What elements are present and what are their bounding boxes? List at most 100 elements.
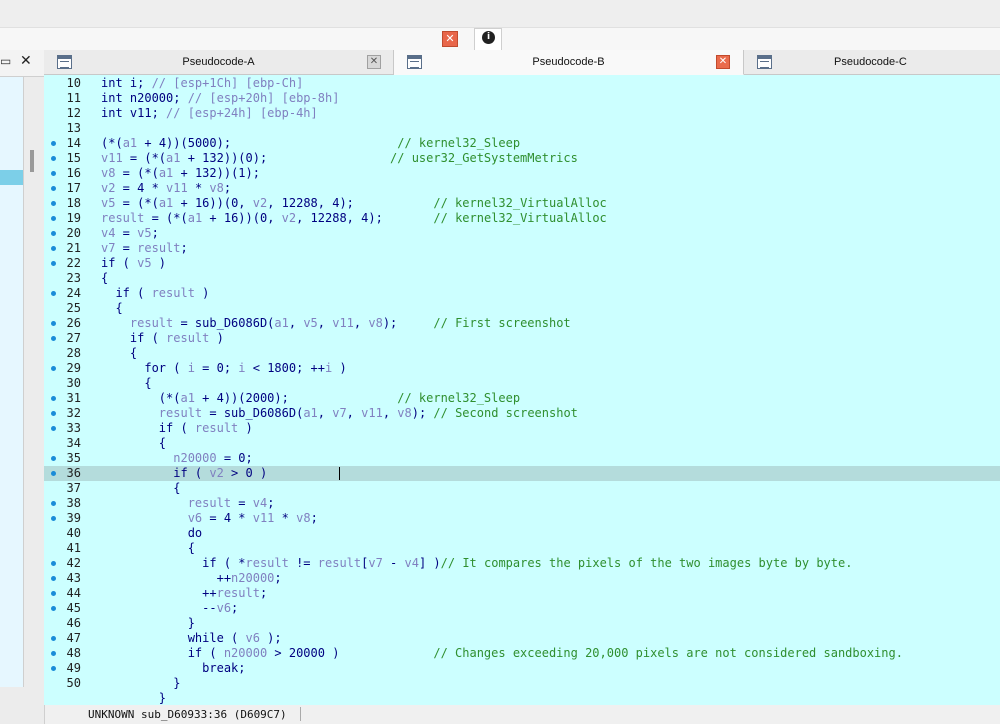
- code-line[interactable]: 28 {: [44, 346, 1000, 361]
- code-line[interactable]: 50 }: [44, 676, 1000, 691]
- code-line[interactable]: 10 int i; // [esp+1Ch] [ebp-Ch]: [44, 76, 1000, 91]
- code-line[interactable]: 29 for ( i = 0; i < 1800; ++i ): [44, 361, 1000, 376]
- code-line[interactable]: 30 {: [44, 376, 1000, 391]
- code-line[interactable]: 21 v7 = result;: [44, 241, 1000, 256]
- breakpoint-dot-icon[interactable]: [51, 186, 56, 191]
- breakpoint-dot-icon[interactable]: [51, 591, 56, 596]
- breakpoint-dot-icon[interactable]: [51, 636, 56, 641]
- code-token: );: [411, 406, 434, 420]
- breakpoint-dot-icon[interactable]: [51, 651, 56, 656]
- breakpoint-dot-icon[interactable]: [51, 501, 56, 506]
- code-line[interactable]: 39 v6 = 4 * v11 * v8;: [44, 511, 1000, 526]
- selected-list-item[interactable]: [0, 170, 23, 185]
- code-line[interactable]: 42 if ( *result != result[v7 - v4] )// I…: [44, 556, 1000, 571]
- breakpoint-dot-icon[interactable]: [51, 396, 56, 401]
- code-line[interactable]: 48 if ( n20000 > 20000 ) // Changes exce…: [44, 646, 1000, 661]
- code-line[interactable]: 36 if ( v2 > 0 ): [44, 466, 1000, 481]
- code-text: {: [101, 376, 151, 391]
- code-line[interactable]: 15 v11 = (*(a1 + 132))(0); // user32_GetS…: [44, 151, 1000, 166]
- code-line[interactable]: 34 {: [44, 436, 1000, 451]
- code-line[interactable]: 24 if ( result ): [44, 286, 1000, 301]
- code-line[interactable]: 45 --v6;: [44, 601, 1000, 616]
- breakpoint-dot-icon[interactable]: [51, 171, 56, 176]
- pseudocode-editor[interactable]: 10 int i; // [esp+1Ch] [ebp-Ch] 11 int n200…: [44, 75, 1000, 705]
- breakpoint-dot-icon[interactable]: [51, 576, 56, 581]
- breakpoint-dot-icon[interactable]: [51, 321, 56, 326]
- code-token: v7: [101, 241, 116, 255]
- code-line[interactable]: }: [44, 691, 1000, 705]
- code-line[interactable]: 13: [44, 121, 1000, 136]
- breakpoint-dot-icon[interactable]: [51, 231, 56, 236]
- line-number: 10: [66, 76, 81, 90]
- code-line[interactable]: 23 {: [44, 271, 1000, 286]
- code-line[interactable]: 26 result = sub_D6086D(a1, v5, v11, v8);…: [44, 316, 1000, 331]
- code-line[interactable]: 20 v4 = v5;: [44, 226, 1000, 241]
- top-strip: [0, 0, 1000, 27]
- restore-window-icon[interactable]: ▭: [0, 54, 11, 68]
- breakpoint-dot-icon[interactable]: [51, 456, 56, 461]
- breakpoint-dot-icon[interactable]: [51, 516, 56, 521]
- code-line[interactable]: 46 }: [44, 616, 1000, 631]
- breakpoint-dot-icon[interactable]: [51, 666, 56, 671]
- code-line[interactable]: 37 {: [44, 481, 1000, 496]
- code-line[interactable]: 47 while ( v6 );: [44, 631, 1000, 646]
- code-line[interactable]: 19 result = (*(a1 + 16))(0, v2, 12288, 4)…: [44, 211, 1000, 226]
- left-panel-scrollbar[interactable]: [30, 150, 34, 172]
- code-token: if (: [101, 421, 195, 435]
- breakpoint-dot-icon[interactable]: [51, 201, 56, 206]
- breakpoint-dot-icon[interactable]: [51, 561, 56, 566]
- breakpoint-dot-icon[interactable]: [51, 336, 56, 341]
- line-number: 22: [66, 256, 81, 270]
- code-line[interactable]: 25 {: [44, 301, 1000, 316]
- code-line[interactable]: 31 (*(a1 + 4))(2000); // kernel32_Sleep: [44, 391, 1000, 406]
- code-line[interactable]: 38 result = v4;: [44, 496, 1000, 511]
- close-tab-icon[interactable]: ✕: [716, 55, 730, 69]
- breakpoint-dot-icon[interactable]: [51, 216, 56, 221]
- code-line[interactable]: 27 if ( result ): [44, 331, 1000, 346]
- breakpoint-dot-icon[interactable]: [51, 291, 56, 296]
- code-token: // [esp+20h] [ebp-8h]: [187, 91, 340, 105]
- tab-pseudocode-b[interactable]: Pseudocode-B ✕: [394, 50, 744, 75]
- line-number: 20: [66, 226, 81, 240]
- code-line[interactable]: 32 result = sub_D6086D(a1, v7, v11, v8);…: [44, 406, 1000, 421]
- function-list[interactable]: [0, 77, 24, 687]
- code-line[interactable]: 33 if ( result ): [44, 421, 1000, 436]
- breakpoint-dot-icon[interactable]: [51, 411, 56, 416]
- info-icon[interactable]: i: [482, 31, 495, 44]
- code-line[interactable]: 49 break;: [44, 661, 1000, 676]
- code-line[interactable]: 35 n20000 = 0;: [44, 451, 1000, 466]
- code-line[interactable]: 12 int v11; // [esp+24h] [ebp-4h]: [44, 106, 1000, 121]
- close-icon[interactable]: ✕: [20, 53, 32, 69]
- code-line[interactable]: 40 do: [44, 526, 1000, 541]
- code-line[interactable]: 11 int n20000; // [esp+20h] [ebp-8h]: [44, 91, 1000, 106]
- code-line[interactable]: 41 {: [44, 541, 1000, 556]
- code-line[interactable]: 18 v5 = (*(a1 + 16))(0, v2, 12288, 4); //…: [44, 196, 1000, 211]
- breakpoint-dot-icon[interactable]: [51, 471, 56, 476]
- code-text: result = sub_D6086D(a1, v7, v11, v8); //…: [101, 406, 578, 421]
- code-token: int n20000;: [101, 91, 188, 105]
- code-line[interactable]: 16 v8 = (*(a1 + 132))(1);: [44, 166, 1000, 181]
- code-line[interactable]: 43 ++n20000;: [44, 571, 1000, 586]
- tab-pseudocode-a[interactable]: Pseudocode-A ✕: [44, 50, 394, 75]
- code-token: ,: [353, 316, 369, 330]
- code-text: while ( v6 );: [101, 631, 282, 646]
- breakpoint-dot-icon[interactable]: [51, 426, 56, 431]
- code-token: ): [194, 286, 210, 300]
- breakpoint-dot-icon[interactable]: [51, 246, 56, 251]
- breakpoint-dot-icon[interactable]: [51, 261, 56, 266]
- code-text: if ( n20000 > 20000 ) // Changes exceedi…: [101, 646, 903, 661]
- code-line[interactable]: 17 v2 = 4 * v11 * v8;: [44, 181, 1000, 196]
- breakpoint-dot-icon[interactable]: [51, 141, 56, 146]
- breakpoint-dot-icon[interactable]: [51, 156, 56, 161]
- code-line[interactable]: 22 if ( v5 ): [44, 256, 1000, 271]
- code-token: ;: [259, 586, 268, 600]
- code-line[interactable]: 14 (*(a1 + 4))(5000); // kernel32_Sleep: [44, 136, 1000, 151]
- code-line[interactable]: 44 ++result;: [44, 586, 1000, 601]
- close-icon[interactable]: ✕: [442, 31, 458, 47]
- breakpoint-dot-icon[interactable]: [51, 606, 56, 611]
- code-token: a1: [187, 211, 203, 225]
- breakpoint-dot-icon[interactable]: [51, 366, 56, 371]
- code-text: {: [101, 481, 180, 496]
- close-tab-icon[interactable]: ✕: [367, 55, 381, 69]
- tab-pseudocode-c[interactable]: Pseudocode-C: [744, 50, 1000, 75]
